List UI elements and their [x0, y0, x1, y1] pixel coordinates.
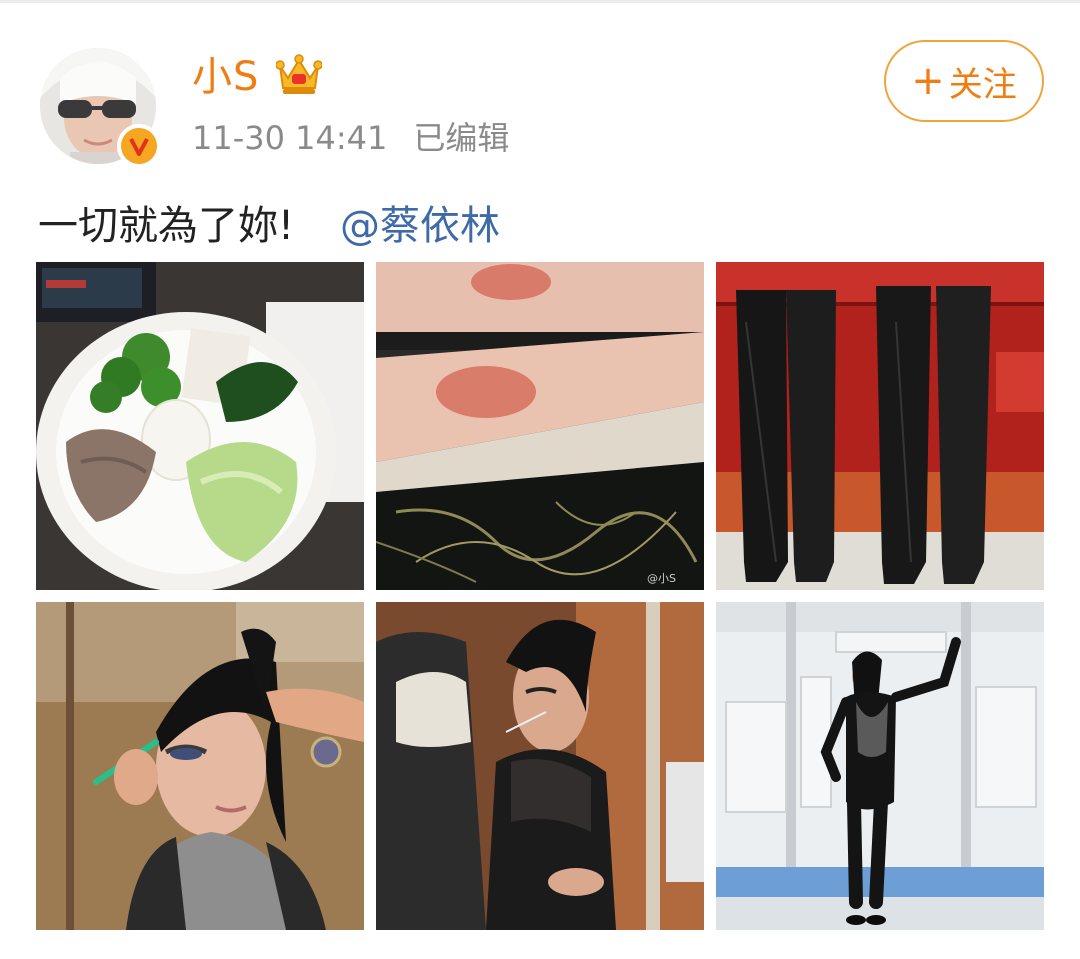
- weibo-post: 小S 11-30 14:41 已编辑 + 关注 一切就為了妳! @蔡依林 @小S: [0, 0, 1080, 959]
- follow-label: 关注: [948, 64, 1017, 105]
- photo-makeup[interactable]: [36, 602, 364, 930]
- photo-food-bowl[interactable]: [36, 262, 364, 590]
- post-timestamp: 11-30 14:41: [192, 119, 388, 157]
- crown-icon: [275, 52, 323, 96]
- photo-boots[interactable]: [716, 262, 1044, 590]
- photo-arms-marks[interactable]: @小S: [376, 262, 704, 590]
- username[interactable]: 小S: [192, 52, 259, 102]
- post-meta: 11-30 14:41 已编辑: [192, 116, 509, 160]
- post-text: 一切就為了妳! @蔡依林: [38, 200, 500, 252]
- photo-performer-backstage[interactable]: [376, 602, 704, 930]
- top-divider: [0, 0, 1080, 3]
- verified-v-icon: [117, 124, 161, 168]
- photo-performer-pose[interactable]: [716, 602, 1044, 930]
- post-body: 一切就為了妳!: [38, 203, 295, 249]
- photo-watermark: @小S: [647, 572, 676, 585]
- mention-link[interactable]: @蔡依林: [340, 203, 500, 249]
- plus-icon: +: [911, 58, 945, 104]
- edited-label[interactable]: 已编辑: [413, 119, 509, 157]
- follow-button[interactable]: + 关注: [884, 40, 1044, 122]
